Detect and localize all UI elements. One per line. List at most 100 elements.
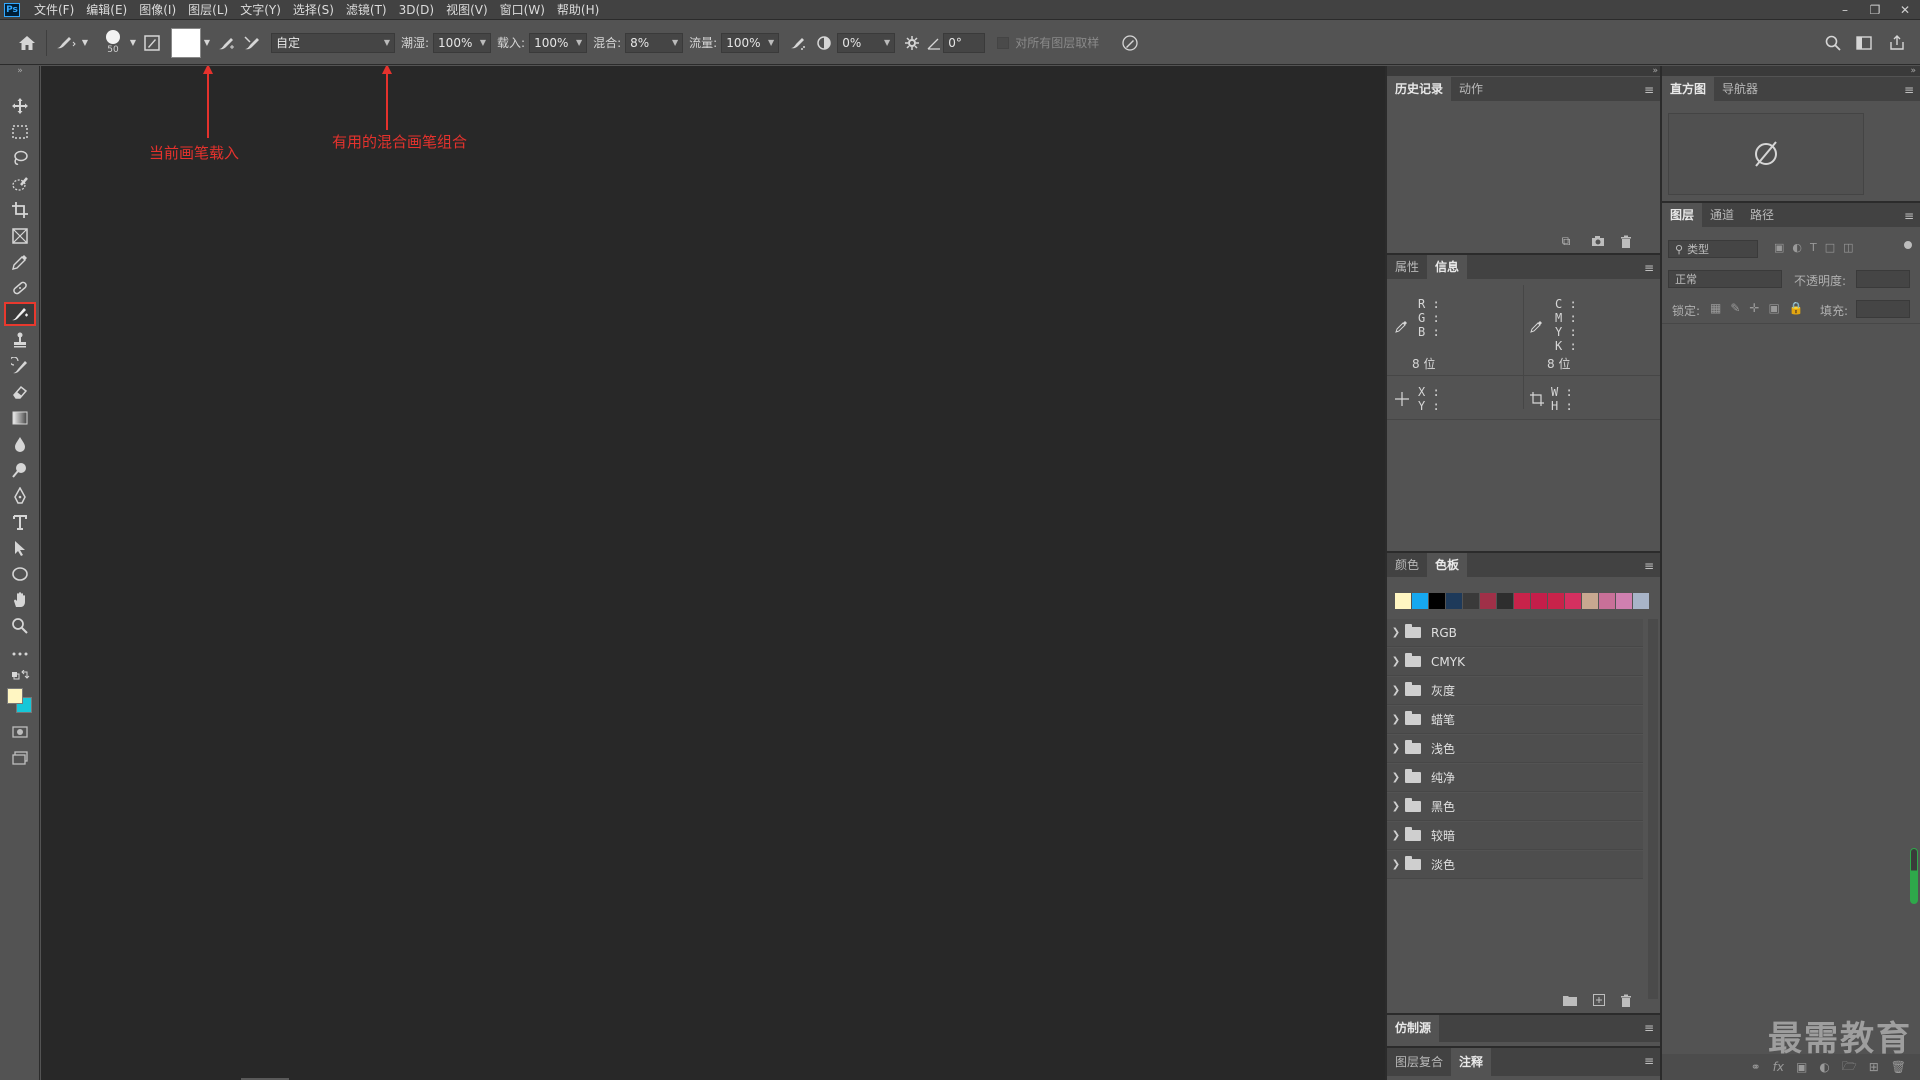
- color-swatch[interactable]: [1599, 593, 1615, 609]
- menu-image[interactable]: 图像(I): [133, 0, 182, 20]
- tab-swatches[interactable]: 色板: [1427, 553, 1468, 577]
- close-icon[interactable]: ✕: [1890, 0, 1920, 20]
- lock-image-icon[interactable]: ✎: [1730, 301, 1740, 315]
- color-swatch[interactable]: [1531, 593, 1547, 609]
- new-layer-icon[interactable]: ⊞: [1869, 1060, 1879, 1074]
- tab-color[interactable]: 颜色: [1387, 553, 1427, 577]
- color-swatch[interactable]: [1480, 593, 1496, 609]
- swatch-group-row[interactable]: ❯ 黑色: [1387, 793, 1643, 821]
- tab-histogram[interactable]: 直方图: [1662, 77, 1715, 101]
- chevron-right-icon[interactable]: ❯: [1387, 714, 1405, 725]
- chevron-right-icon[interactable]: ❯: [1387, 772, 1405, 783]
- panel-menu-icon[interactable]: ≡: [1644, 1021, 1654, 1035]
- tab-layer-comps[interactable]: 图层复合: [1387, 1048, 1451, 1076]
- filter-toggle-icon[interactable]: [1904, 241, 1912, 249]
- eyedropper-tool-icon[interactable]: [4, 250, 36, 274]
- lock-all-icon[interactable]: 🔒: [1789, 301, 1804, 315]
- mixer-combo-select[interactable]: 自定 ▼: [271, 32, 395, 53]
- swatch-group-row[interactable]: ❯ RGB: [1387, 619, 1643, 647]
- swatch-group-row[interactable]: ❯ 淡色: [1387, 851, 1643, 879]
- camera-icon[interactable]: [1589, 233, 1607, 249]
- lock-transparent-icon[interactable]: ▦: [1710, 301, 1721, 315]
- panel-menu-icon[interactable]: ≡: [1644, 261, 1654, 275]
- trash-icon[interactable]: [1617, 233, 1635, 249]
- mixer-brush-tool-icon[interactable]: [4, 302, 36, 326]
- angle-field[interactable]: 0°: [943, 32, 986, 53]
- folder-icon[interactable]: [1561, 992, 1579, 1008]
- foreground-color-swatch[interactable]: [7, 688, 23, 704]
- blend-mode-select[interactable]: 正常: [1668, 270, 1782, 288]
- collapse-toolbar-icon[interactable]: »: [4, 66, 36, 76]
- clean-brush-icon[interactable]: [239, 30, 265, 56]
- chevron-right-icon[interactable]: ❯: [1387, 743, 1405, 754]
- panel-menu-icon[interactable]: ≡: [1644, 1054, 1654, 1068]
- tab-navigator[interactable]: 导航器: [1714, 77, 1766, 101]
- cmyk-eyedropper-icon[interactable]: [1530, 319, 1544, 336]
- minimize-icon[interactable]: –: [1830, 0, 1860, 20]
- smart-object-filter-icon[interactable]: ◫: [1843, 241, 1853, 254]
- adjustment-layer-icon[interactable]: ◐: [1819, 1060, 1829, 1074]
- rgb-eyedropper-icon[interactable]: [1395, 319, 1409, 336]
- smoothing-icon[interactable]: [811, 30, 837, 56]
- marquee-tool-icon[interactable]: [4, 120, 36, 144]
- search-icon[interactable]: [1820, 30, 1846, 56]
- new-document-from-state-icon[interactable]: ⧉: [1557, 233, 1575, 249]
- chevron-right-icon[interactable]: ❯: [1387, 685, 1405, 696]
- menu-filter[interactable]: 滤镜(T): [340, 0, 393, 20]
- type-tool-icon[interactable]: [4, 510, 36, 534]
- tab-layers[interactable]: 图层: [1662, 203, 1703, 227]
- sample-all-layers-checkbox[interactable]: [997, 36, 1010, 49]
- panel-menu-icon[interactable]: ≡: [1904, 83, 1914, 97]
- panel-menu-icon[interactable]: ≡: [1904, 209, 1914, 223]
- type-filter-icon[interactable]: T: [1810, 241, 1817, 254]
- chevron-down-icon[interactable]: ▼: [201, 30, 213, 56]
- path-selection-tool-icon[interactable]: [4, 536, 36, 560]
- history-brush-tool-icon[interactable]: [4, 354, 36, 378]
- zoom-tool-icon[interactable]: [4, 614, 36, 638]
- collapse-dock-icon[interactable]: »: [1387, 66, 1662, 76]
- color-swatch[interactable]: [1565, 593, 1581, 609]
- tool-preset-picker-icon[interactable]: [53, 30, 79, 56]
- gear-icon[interactable]: [899, 30, 925, 56]
- brush-size-picker[interactable]: 50: [99, 25, 127, 61]
- home-icon[interactable]: [14, 30, 40, 56]
- lasso-tool-icon[interactable]: [4, 146, 36, 170]
- lock-position-icon[interactable]: ✛: [1749, 301, 1759, 315]
- current-brush-load-swatch[interactable]: [171, 27, 201, 58]
- chevron-right-icon[interactable]: ❯: [1387, 859, 1405, 870]
- color-swatch[interactable]: [1514, 593, 1530, 609]
- swatch-group-row[interactable]: ❯ 纯净: [1387, 764, 1643, 792]
- shape-filter-icon[interactable]: □: [1825, 241, 1835, 254]
- tab-paths[interactable]: 路径: [1742, 203, 1782, 227]
- more-tools-icon[interactable]: [4, 642, 36, 666]
- tab-notes[interactable]: 注释: [1451, 1048, 1492, 1076]
- swatch-group-row[interactable]: ❯ 较暗: [1387, 822, 1643, 850]
- pixel-filter-icon[interactable]: ▣: [1774, 241, 1784, 254]
- trash-icon[interactable]: [1617, 992, 1635, 1008]
- color-swatch[interactable]: [1395, 593, 1411, 609]
- swatch-group-row[interactable]: ❯ CMYK: [1387, 648, 1643, 676]
- mix-field[interactable]: 8% ▼: [625, 32, 684, 53]
- eraser-tool-icon[interactable]: [4, 380, 36, 404]
- chevron-down-icon[interactable]: ▼: [79, 30, 91, 56]
- tab-properties[interactable]: 属性: [1387, 255, 1427, 279]
- hand-tool-icon[interactable]: [4, 588, 36, 612]
- swatch-group-row[interactable]: ❯ 灰度: [1387, 677, 1643, 705]
- tab-clone-source[interactable]: 仿制源: [1387, 1015, 1440, 1042]
- trash-icon[interactable]: 🗑: [1891, 1060, 1906, 1074]
- fill-field[interactable]: [1856, 300, 1910, 318]
- share-icon[interactable]: [1884, 30, 1910, 56]
- swap-colors-icon[interactable]: [4, 670, 36, 682]
- tab-actions[interactable]: 动作: [1451, 77, 1491, 101]
- load-brush-icon[interactable]: [213, 30, 239, 56]
- color-swatch[interactable]: [1582, 593, 1598, 609]
- color-swatch[interactable]: [1633, 593, 1649, 609]
- menu-edit[interactable]: 编辑(E): [80, 0, 133, 20]
- quick-mask-icon[interactable]: [4, 720, 36, 744]
- color-swatch[interactable]: [1412, 593, 1428, 609]
- smoothing-field[interactable]: 0% ▼: [837, 32, 896, 53]
- chevron-down-icon[interactable]: ▼: [127, 30, 139, 56]
- panel-menu-icon[interactable]: ≡: [1644, 559, 1654, 573]
- pressure-size-icon[interactable]: [1117, 30, 1143, 56]
- wet-field[interactable]: 100% ▼: [433, 32, 492, 53]
